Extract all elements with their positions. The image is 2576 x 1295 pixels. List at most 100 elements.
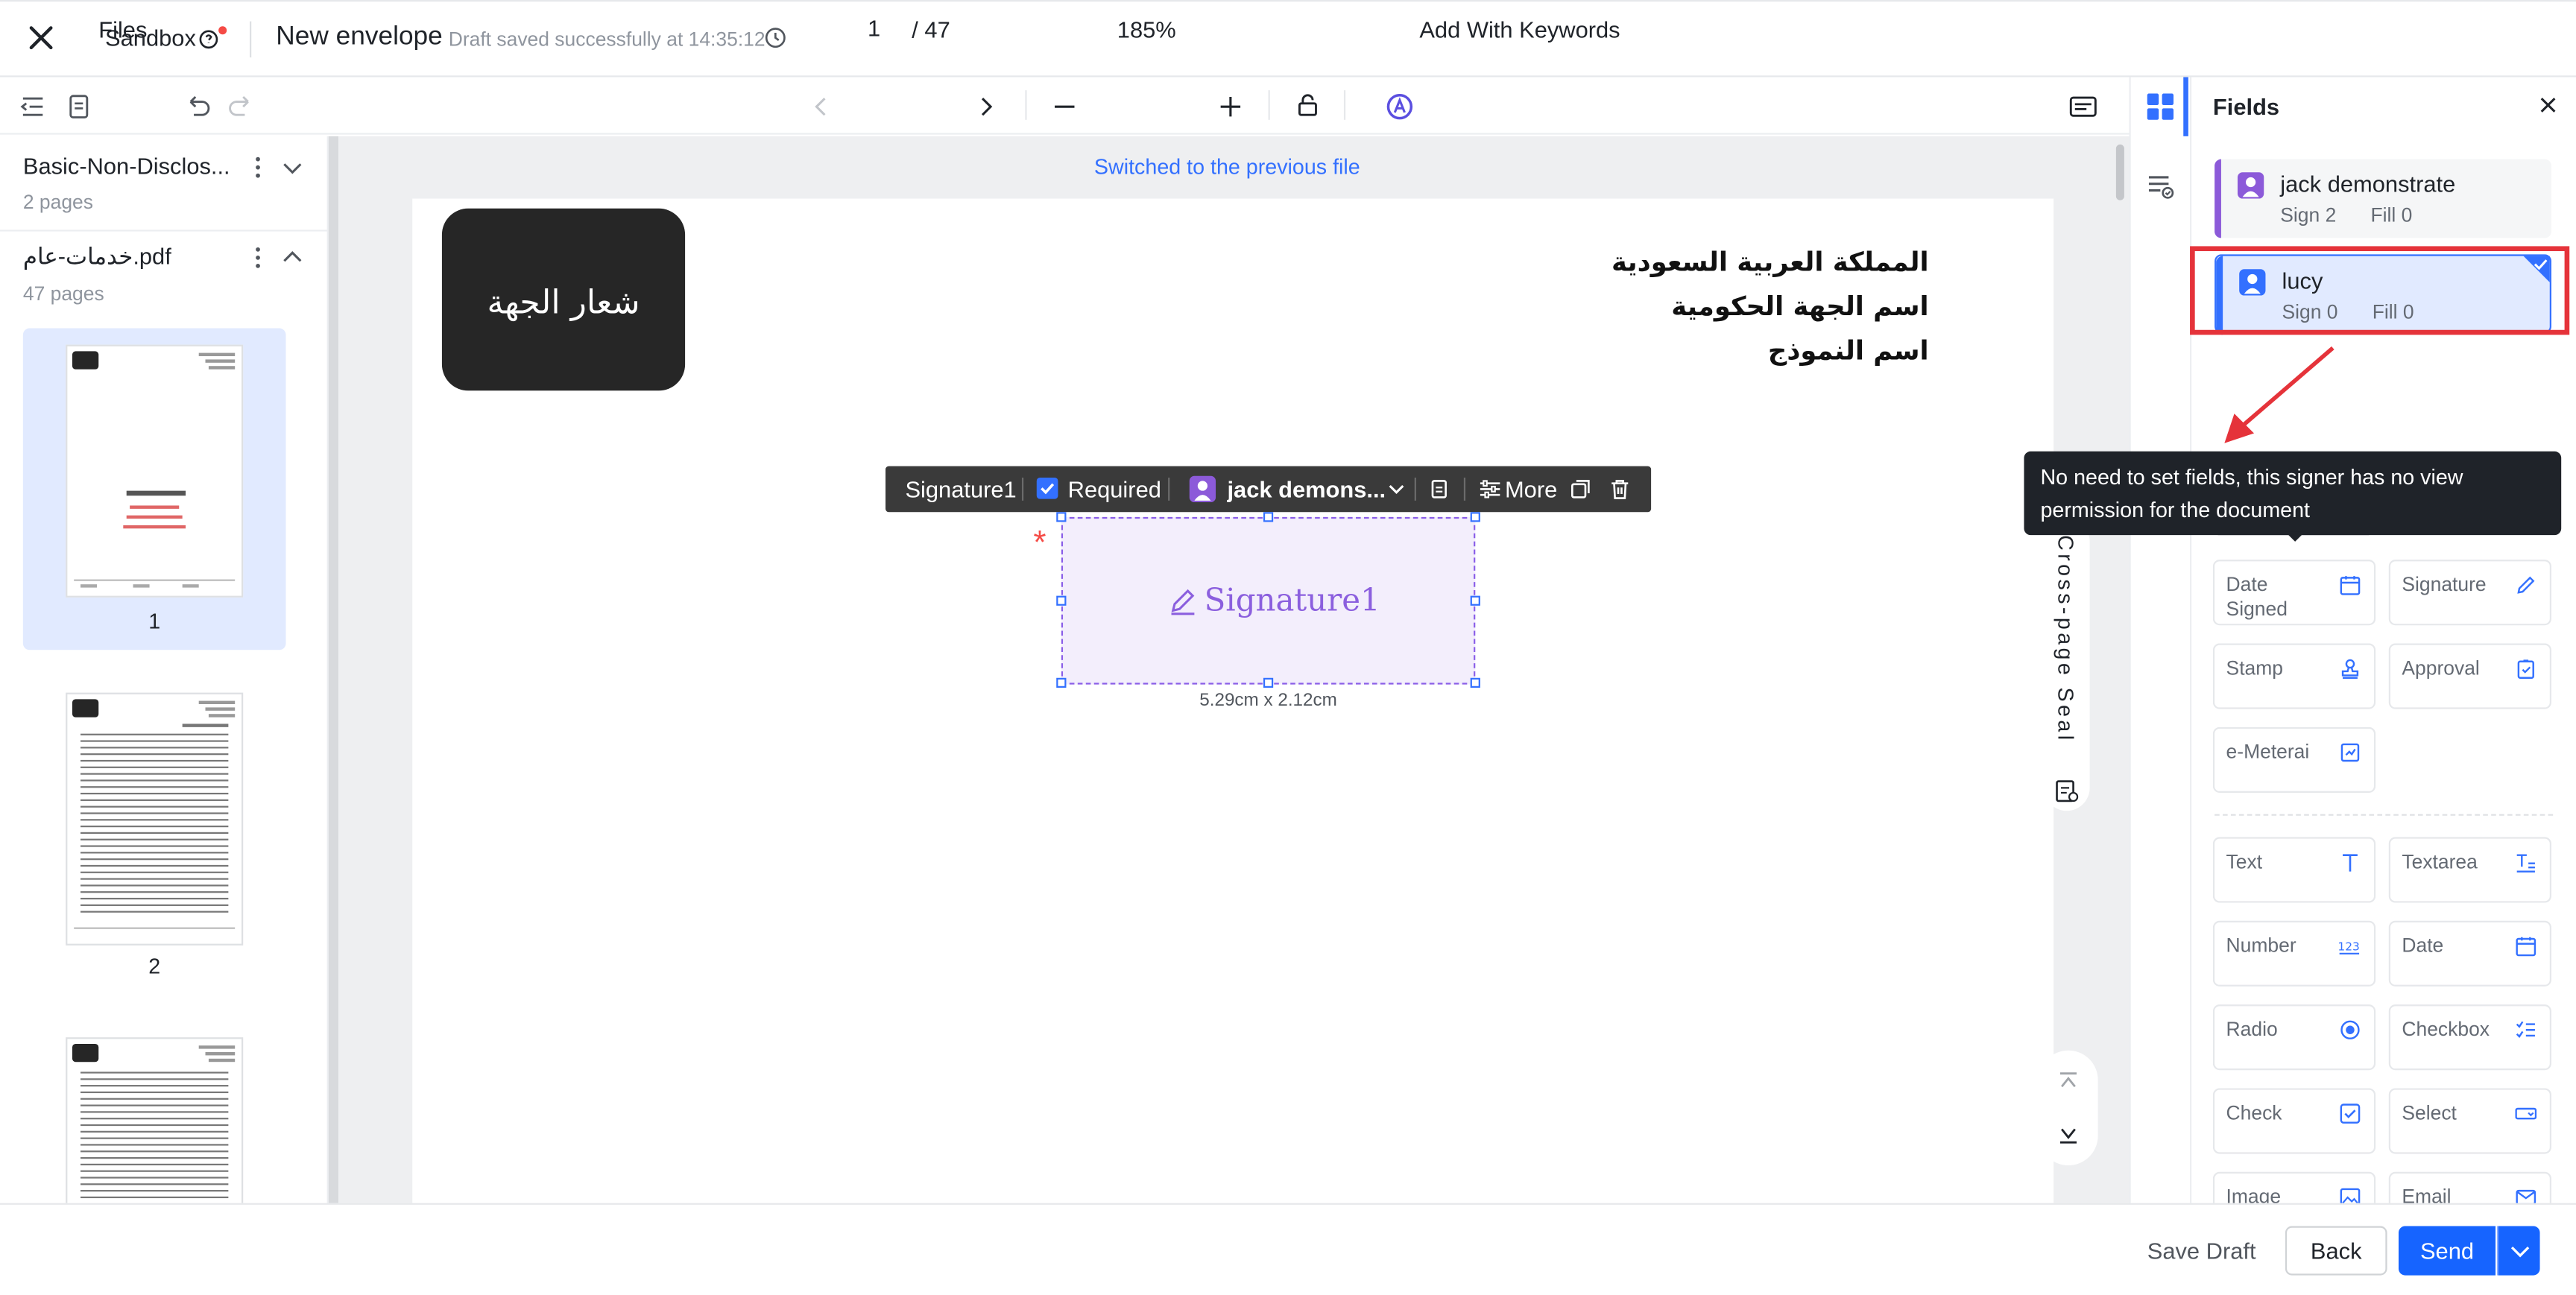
divider	[250, 21, 252, 58]
required-label[interactable]: Required	[1068, 476, 1161, 502]
file-page-count: 2 pages	[22, 190, 93, 214]
page-total: / 47	[912, 16, 950, 43]
field-label: Radio	[2226, 1017, 2278, 1041]
file-name[interactable]: خدمات-عام.pdf	[23, 243, 171, 270]
page-jump-controls	[2039, 1050, 2098, 1165]
collapse-sidebar-icon[interactable]	[18, 92, 48, 121]
resize-handle[interactable]	[1470, 512, 1480, 522]
switched-file-message[interactable]: Switched to the previous file	[1094, 154, 1360, 179]
save-draft-button[interactable]: Save Draft	[2147, 1238, 2256, 1264]
fields-grid-icon[interactable]	[2146, 92, 2176, 121]
tooltip-arrow	[2285, 531, 2305, 542]
field-radio[interactable]: Radio	[2212, 1004, 2376, 1071]
field-label: Checkbox	[2402, 1017, 2490, 1041]
pen-icon	[2515, 574, 2536, 596]
undo-icon[interactable]	[183, 92, 212, 121]
header-line: اسم الجهة الحكومية	[1671, 290, 1929, 322]
more-vertical-icon[interactable]	[247, 243, 270, 273]
stamp-icon	[2340, 658, 2361, 680]
field-check[interactable]: Check	[2212, 1088, 2376, 1154]
zoom-level[interactable]: 185%	[1117, 16, 1176, 42]
next-page-icon[interactable]	[971, 92, 1001, 121]
copy-field-icon[interactable]	[1427, 478, 1450, 501]
zoom-in-icon[interactable]	[1216, 92, 1246, 121]
file-name[interactable]: Basic-Non-Disclos...	[23, 153, 230, 179]
field-select[interactable]: Select	[2388, 1088, 2551, 1154]
notification-dot	[218, 26, 227, 35]
jump-to-top-icon[interactable]	[2057, 1070, 2080, 1093]
history-icon[interactable]	[764, 26, 787, 49]
field-label: Number	[2226, 934, 2296, 957]
resize-handle[interactable]	[1263, 677, 1274, 688]
field-label: Date Signed	[2226, 572, 2288, 621]
chevron-down-icon[interactable]	[277, 153, 307, 183]
signer-select[interactable]: jack demons...	[1227, 476, 1386, 502]
more-vertical-icon[interactable]	[247, 153, 270, 183]
resize-handle[interactable]	[1056, 512, 1067, 522]
resize-handle[interactable]	[1470, 677, 1480, 688]
cross-page-seal-label[interactable]: Cross-page Seal	[2053, 535, 2078, 743]
more-button[interactable]: More	[1505, 476, 1557, 502]
canvas-scrollbar[interactable]	[2115, 144, 2124, 200]
field-checkbox[interactable]: Checkbox	[2388, 1004, 2551, 1071]
highlight-box	[2190, 246, 2570, 335]
send-button[interactable]: Send	[2398, 1226, 2496, 1276]
field-date-signed[interactable]: Date Signed	[2212, 560, 2376, 626]
field-e-meterai[interactable]: e-Meterai	[2212, 726, 2376, 793]
annotation-panel-icon[interactable]	[2068, 92, 2098, 121]
resize-handle[interactable]	[1470, 595, 1480, 606]
close-icon[interactable]	[2536, 94, 2560, 117]
jump-to-bottom-icon[interactable]	[2057, 1123, 2080, 1146]
files-icon[interactable]	[64, 92, 94, 121]
back-button[interactable]: Back	[2285, 1226, 2387, 1276]
page-number-input[interactable]: 1	[854, 15, 894, 41]
field-text[interactable]: Text	[2212, 837, 2376, 903]
sidebar-scrollbar[interactable]	[328, 136, 339, 1203]
field-approval[interactable]: Approval	[2388, 643, 2551, 709]
seal-icon[interactable]	[2053, 778, 2080, 804]
signer-sign-count: Sign 2	[2280, 203, 2337, 227]
redo-icon[interactable]	[227, 92, 256, 121]
signature-field-label: Signature1	[1204, 582, 1380, 619]
previous-page-icon[interactable]	[806, 92, 836, 121]
add-with-keywords-button[interactable]: Add With Keywords	[1419, 16, 1620, 42]
field-date[interactable]: Date	[2388, 920, 2551, 987]
keyword-icon[interactable]	[1385, 92, 1415, 121]
zoom-out-icon[interactable]	[1049, 92, 1079, 121]
signer-card-jack[interactable]: jack demonstrate Sign 2 Fill 0	[2214, 159, 2551, 238]
chevron-down-icon[interactable]	[1386, 478, 1406, 501]
textarea-icon	[2515, 852, 2536, 873]
send-options-button[interactable]	[2497, 1226, 2540, 1276]
field-label: Date	[2402, 934, 2444, 957]
text-icon	[2340, 852, 2361, 873]
required-checkbox[interactable]	[1036, 478, 1058, 499]
page-thumbnail[interactable]: 2	[23, 677, 286, 989]
page-thumbnail[interactable]: 1	[22, 328, 286, 650]
calendar-icon	[2340, 574, 2361, 596]
required-asterisk: *	[1033, 525, 1046, 562]
field-number[interactable]: Number 123	[2212, 920, 2376, 987]
field-stamp[interactable]: Stamp	[2212, 643, 2376, 709]
chevron-up-icon[interactable]	[277, 243, 307, 273]
field-list-icon[interactable]	[2146, 171, 2176, 200]
rotate-icon[interactable]	[1293, 92, 1323, 121]
delete-icon[interactable]	[1609, 478, 1632, 501]
resize-handle[interactable]	[1056, 677, 1067, 688]
duplicate-icon[interactable]	[1569, 478, 1592, 501]
close-icon[interactable]	[23, 19, 59, 55]
resize-handle[interactable]	[1263, 512, 1274, 522]
signer-avatar-icon	[2237, 172, 2264, 199]
field-name[interactable]: Signature1	[905, 476, 1016, 502]
settings-sliders-icon[interactable]	[1479, 478, 1502, 501]
field-signature[interactable]: Signature	[2388, 560, 2551, 626]
resize-handle[interactable]	[1056, 595, 1067, 606]
page-thumbnail[interactable]	[23, 1021, 286, 1203]
divider	[1168, 478, 1170, 501]
header-line: المملكة العربية السعودية	[1611, 246, 1929, 278]
files-button[interactable]: Files	[98, 16, 147, 42]
field-textarea[interactable]: Textarea	[2388, 837, 2551, 903]
thumbnail-image	[66, 344, 244, 598]
check-square-icon	[2340, 1103, 2361, 1124]
thumbnail-page-number: 2	[148, 953, 161, 978]
field-label: Stamp	[2226, 656, 2284, 680]
